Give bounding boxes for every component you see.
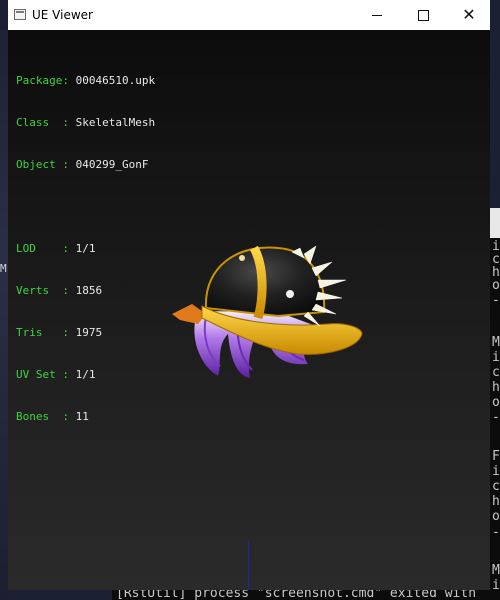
title-bar[interactable]: UE Viewer ✕ xyxy=(8,0,490,30)
cap-mesh-render xyxy=(172,245,363,378)
console-line: h xyxy=(492,380,500,395)
axis-indicator xyxy=(248,541,249,590)
close-button[interactable]: ✕ xyxy=(446,0,492,30)
console-line: i xyxy=(492,350,500,365)
info-package: Package: 00046510.upk xyxy=(16,74,155,88)
console-line: c xyxy=(492,365,500,380)
console-line: - xyxy=(492,293,500,308)
info-value: 1975 xyxy=(75,326,103,339)
console-status-text: [RstUtil] process "screenshot.cmd" exite… xyxy=(116,590,477,600)
console-line: o xyxy=(492,278,500,293)
info-label: Object : xyxy=(16,158,69,171)
info-uvset: UV Set : 1/1 xyxy=(16,368,155,382)
console-line: M xyxy=(492,335,500,350)
console-line: - xyxy=(492,525,500,540)
maximize-icon xyxy=(417,9,429,21)
console-line: h xyxy=(492,494,500,509)
console-line: F xyxy=(492,449,500,464)
console-line: i xyxy=(492,578,500,593)
info-object: Object : 040299_GonF xyxy=(16,158,155,172)
close-icon: ✕ xyxy=(462,5,476,24)
info-value: 1856 xyxy=(75,284,103,297)
info-label: LOD : xyxy=(16,242,69,255)
info-label: Tris : xyxy=(16,326,69,339)
info-verts: Verts : 1856 xyxy=(16,284,155,298)
info-class: Class : SkeletalMesh xyxy=(16,116,155,130)
app-icon xyxy=(14,9,26,20)
desktop-text-fragment: M xyxy=(0,262,7,275)
mesh-info-overlay: Package: 00046510.upk Class : SkeletalMe… xyxy=(16,46,155,452)
info-value: 1/1 xyxy=(75,242,96,255)
info-label: Verts : xyxy=(16,284,69,297)
console-line: - xyxy=(492,410,500,425)
info-value: 00046510.upk xyxy=(75,74,156,87)
minimize-icon xyxy=(372,14,382,16)
info-label: Bones : xyxy=(16,410,69,423)
info-tris: Tris : 1975 xyxy=(16,326,155,340)
console-line: i xyxy=(492,464,500,479)
minimize-button[interactable] xyxy=(354,0,400,30)
info-value: 1/1 xyxy=(75,368,96,381)
info-bones: Bones : 11 xyxy=(16,410,155,424)
ue-viewer-window: UE Viewer ✕ Package: 00046510.upk Class … xyxy=(8,0,490,590)
info-value: 11 xyxy=(75,410,89,423)
console-window-fragment: i c h o - M i c h o - F i c h o - M i xyxy=(490,208,500,600)
console-bottom-line: [RstUtil] process "screenshot.cmd" exite… xyxy=(112,590,490,600)
3d-viewport[interactable]: Package: 00046510.upk Class : SkeletalMe… xyxy=(8,30,490,590)
window-title: UE Viewer xyxy=(32,8,93,22)
console-line: o xyxy=(492,395,500,410)
info-label: UV Set : xyxy=(16,368,69,381)
console-line: o xyxy=(492,509,500,524)
console-line: M xyxy=(492,563,500,578)
info-label: Package: xyxy=(16,74,69,87)
info-value: 040299_GonF xyxy=(75,158,149,171)
desktop-background-left: M xyxy=(0,30,8,600)
info-value: SkeletalMesh xyxy=(75,116,156,129)
console-scrollbar-thumb[interactable] xyxy=(490,208,500,238)
info-lod: LOD : 1/1 xyxy=(16,242,155,256)
maximize-button[interactable] xyxy=(400,0,446,30)
info-label: Class : xyxy=(16,116,69,129)
console-line: c xyxy=(492,479,500,494)
